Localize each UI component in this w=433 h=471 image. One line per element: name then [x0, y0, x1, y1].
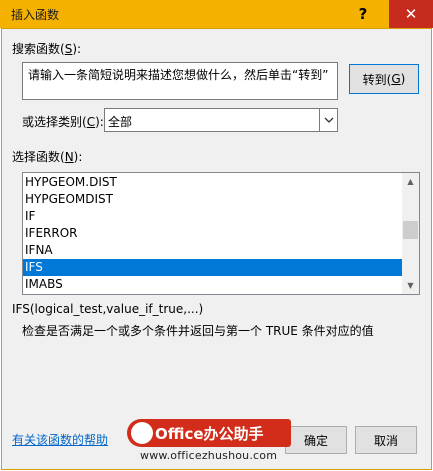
list-item[interactable]: IF [23, 208, 405, 225]
function-signature: IFS(logical_test,value_if_true,...) [12, 302, 204, 316]
category-value: 全部 [108, 115, 133, 129]
scroll-up-icon[interactable]: ▲ [402, 173, 419, 190]
list-item[interactable]: HYPGEOM.DIST [23, 174, 405, 191]
help-button[interactable]: ? [341, 0, 385, 28]
chevron-down-icon[interactable] [319, 109, 337, 131]
scroll-thumb[interactable] [403, 221, 418, 239]
function-list[interactable]: HYPGEOM.DIST HYPGEOMDIST IF IFERROR IFNA… [22, 172, 420, 295]
category-label: 或选择类别(C): [22, 115, 104, 129]
list-item[interactable]: IFERROR [23, 225, 405, 242]
watermark-brand: Office办公助手 [155, 424, 264, 443]
title-bar: 插入函数 ? ✕ [0, 0, 433, 28]
logo-icon [131, 422, 153, 444]
list-item[interactable]: IMABS [23, 276, 405, 293]
window-title: 插入函数 [11, 8, 60, 22]
ok-button[interactable]: 确定 [285, 426, 347, 454]
cancel-button[interactable]: 取消 [355, 426, 417, 454]
category-select[interactable]: 全部 [104, 108, 338, 132]
scroll-down-icon[interactable]: ▼ [402, 277, 419, 294]
question-mark-icon: ? [358, 5, 368, 23]
search-input[interactable]: 请输入一条简短说明来描述您想做什么，然后单击“转到” [22, 62, 338, 100]
function-help-link[interactable]: 有关该函数的帮助 [12, 431, 108, 448]
functions-label: 选择函数(N): [12, 150, 83, 164]
goto-button[interactable]: 转到(G) [349, 64, 419, 94]
list-item[interactable]: HYPGEOMDIST [23, 191, 405, 208]
function-description: 检查是否满足一个或多个条件并返回与第一个 TRUE 条件对应的值 [22, 324, 374, 338]
watermark-url: www.officezhushou.com [140, 449, 278, 462]
watermark-logo: Office办公助手 [127, 419, 291, 447]
close-button[interactable]: ✕ [389, 0, 433, 28]
close-icon: ✕ [404, 5, 418, 23]
list-item-selected[interactable]: IFS [23, 259, 405, 276]
search-label: 搜索函数(S): [12, 42, 82, 56]
list-scrollbar[interactable]: ▲ ▼ [402, 173, 419, 294]
list-item[interactable]: IFNA [23, 242, 405, 259]
